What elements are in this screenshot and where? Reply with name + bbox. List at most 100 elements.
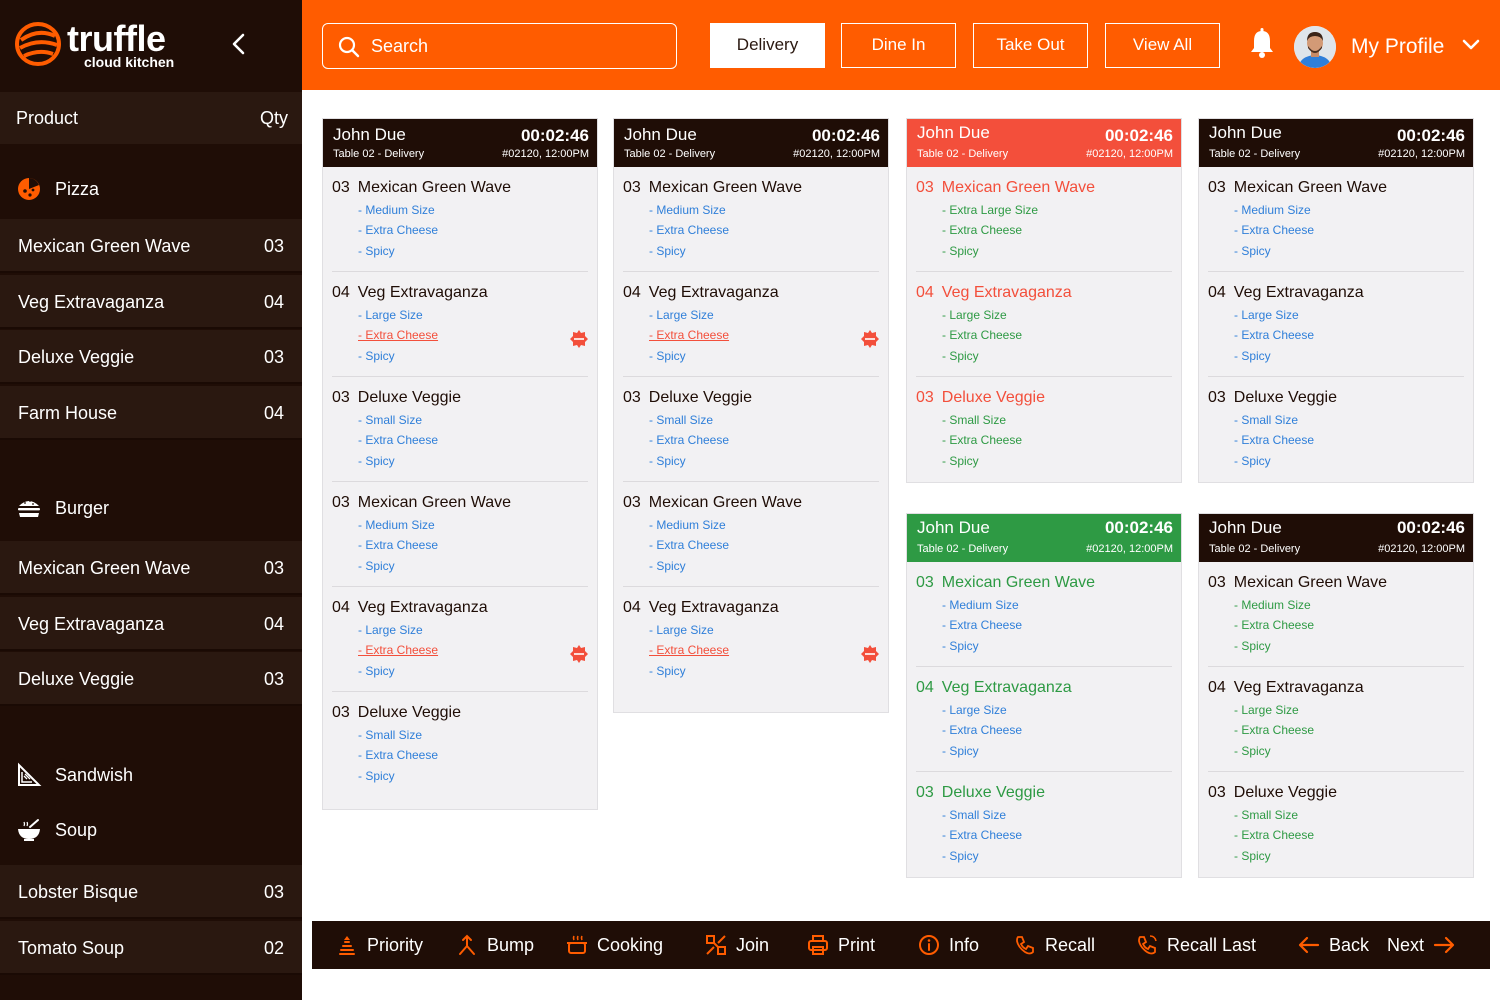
sidebar-item[interactable]: Tomato Soup 02 [0,921,302,975]
order-timer: 00:02:46 [1104,518,1173,537]
order-item[interactable]: 04 Veg Extravaganza - Large Size - Extra Ch… [332,587,588,692]
order-card[interactable]: John Due 00:02:46 Table 02 - Delivery #0… [322,118,598,810]
order-item[interactable]: 03 Mexican Green Wave - Medium Size - Extra… [1208,562,1464,667]
item-qty: 03 [1208,784,1226,801]
item-qty: 03 [332,494,350,511]
sidebar-item[interactable]: Veg Extravaganza 04 [0,597,302,651]
recall-last-button[interactable]: Recall Last [1136,921,1266,969]
sidebar-item[interactable]: Deluxe Veggie 03 [0,652,302,706]
category-burger[interactable]: Burger [0,481,302,537]
back-button[interactable]: Back [1298,921,1370,969]
item-modifier: - Large Size [942,308,1007,322]
priority-button[interactable]: Priority [336,921,436,969]
order-item[interactable]: 03 Mexican Green Wave - Medium Size - Extra… [623,167,879,272]
filter-view-all-button[interactable]: View All [1105,23,1220,68]
sidebar-item[interactable]: Lobster Bisque 03 [0,865,302,919]
item-modifier: - Extra Large Size [942,203,1039,217]
print-button[interactable]: Print [807,921,887,969]
item-modifier: - Small Size [942,413,1007,427]
user-avatar-icon [1294,26,1336,68]
order-item[interactable]: 04 Veg Extravaganza - Large Size - Extra Ch… [916,272,1172,377]
item-qty: 03 [263,347,284,367]
sidebar-item[interactable]: Deluxe Veggie 03 [0,330,302,384]
item-name: Deluxe Veggie [1233,389,1337,406]
item-modifier: - Spicy [1234,244,1271,258]
bump-button[interactable]: Bump [456,921,542,969]
item-qty: 03 [916,784,934,801]
search-input[interactable] [371,32,661,60]
action-label: Print [838,935,876,955]
order-item[interactable]: 03 Mexican Green Wave - Medium Size - Extra… [623,482,879,587]
sidebar-item[interactable]: Mexican Green Wave 03 [0,541,302,595]
item-name: Deluxe Veggie [357,704,461,721]
order-item[interactable]: 03 Deluxe Veggie - Small Size - Extra Chees… [332,377,588,482]
order-item[interactable]: 03 Deluxe Veggie - Small Size - Extra Chees… [1208,377,1464,482]
order-item[interactable]: 04 Veg Extravaganza - Large Size - Extra Ch… [916,667,1172,772]
next-button[interactable]: Next [1387,921,1467,969]
item-modifier: - Spicy [1234,454,1271,468]
bump-icon [459,934,475,955]
recall-icon [1016,936,1034,955]
order-item[interactable]: 04 Veg Extravaganza - Large Size - Extra Ch… [1208,272,1464,377]
order-card-overdue[interactable]: John Due 00:02:46 Table 02 - Delivery #0… [906,118,1182,483]
bell-icon[interactable] [1248,28,1276,60]
profile-name[interactable]: My Profile [1351,35,1444,59]
item-name: Deluxe Veggie [941,784,1045,801]
order-item[interactable]: 03 Deluxe Veggie - Small Size - Extra Chees… [1208,772,1464,877]
item-qty: 04 [623,599,641,616]
category-pizza[interactable]: Pizza [0,162,302,218]
join-button[interactable]: Join [705,921,785,969]
chevron-left-icon[interactable] [228,30,250,58]
info-button[interactable]: Info [918,921,988,969]
order-table: Table 02 - Delivery [1209,148,1301,160]
order-item[interactable]: 03 Deluxe Veggie - Small Size - Extra Chees… [916,377,1172,482]
order-card[interactable]: John Due 00:02:46 Table 02 - Delivery #0… [1198,513,1474,878]
order-item[interactable]: 03 Deluxe Veggie - Small Size - Extra Chees… [623,377,879,482]
item-modifier: - Medium Size [649,518,726,532]
order-item[interactable]: 04 Veg Extravaganza - Large Size - Extra Ch… [332,272,588,377]
item-modifier: - Extra Cheese [1234,328,1315,342]
sidebar-item[interactable]: Mexican Green Wave 03 [0,219,302,273]
item-qty: 03 [916,179,934,196]
order-item[interactable]: 03 Deluxe Veggie - Small Size - Extra Chees… [916,772,1172,877]
avatar[interactable] [1294,26,1336,68]
filter-take-out-button[interactable]: Take Out [973,23,1088,68]
filter-delivery-button[interactable]: Delivery [710,23,825,68]
action-label: Info [949,935,980,955]
order-card-ready[interactable]: John Due 00:02:46 Table 02 - Delivery #0… [906,513,1182,878]
item-qty: 03 [1208,179,1226,196]
item-name: Deluxe Veggie [941,389,1045,406]
order-item[interactable]: 04 Veg Extravaganza - Large Size - Extra Ch… [623,272,879,377]
filter-dine-in-button[interactable]: Dine In [841,23,956,68]
item-modifier: - Spicy [942,744,979,758]
order-item[interactable]: 03 Mexican Green Wave - Medium Size - Extra… [1208,167,1464,272]
order-item[interactable]: 03 Mexican Green Wave - Medium Size - Extra… [332,167,588,272]
category-sandwich[interactable]: Sandwish [0,748,302,804]
order-card[interactable]: John Due 00:02:46 Table 02 - Delivery #0… [1198,118,1474,483]
action-label: Recall [1045,935,1096,955]
cooking-button[interactable]: Cooking [566,921,676,969]
customer-name: John Due [333,125,406,144]
order-item[interactable]: 03 Mexican Green Wave - Extra Large Size - … [916,167,1172,272]
order-timer: 00:02:46 [1396,126,1465,145]
item-modifier: - Spicy [942,639,979,653]
order-item[interactable]: 04 Veg Extravaganza - Large Size - Extra Ch… [1208,667,1464,772]
order-meta: #02120, 12:00PM [502,148,589,160]
recall-button[interactable]: Recall [1014,921,1104,969]
order-timer: 00:02:46 [520,126,589,145]
order-item[interactable]: 03 Mexican Green Wave - Medium Size - Extra… [916,562,1172,667]
order-item[interactable]: 03 Mexican Green Wave - Medium Size - Extra… [332,482,588,587]
item-modifier: - Spicy [942,349,979,363]
order-card[interactable]: John Due 00:02:46 Table 02 - Delivery #0… [613,118,889,713]
order-item[interactable]: 04 Veg Extravaganza - Large Size - Extra Ch… [623,587,879,692]
category-soup[interactable]: Soup [0,803,302,859]
chevron-down-icon[interactable] [1462,38,1480,52]
item-qty: 03 [263,236,284,256]
item-modifier: - Spicy [358,244,395,258]
search-box[interactable] [322,23,677,69]
action-label: Next [1387,935,1425,955]
sidebar-item[interactable]: Veg Extravaganza 04 [0,275,302,329]
order-item[interactable]: 03 Deluxe Veggie - Small Size - Extra Chees… [332,692,588,797]
sidebar-item[interactable]: Farm House 04 [0,386,302,440]
item-modifier: - Extra Cheese [358,748,439,762]
